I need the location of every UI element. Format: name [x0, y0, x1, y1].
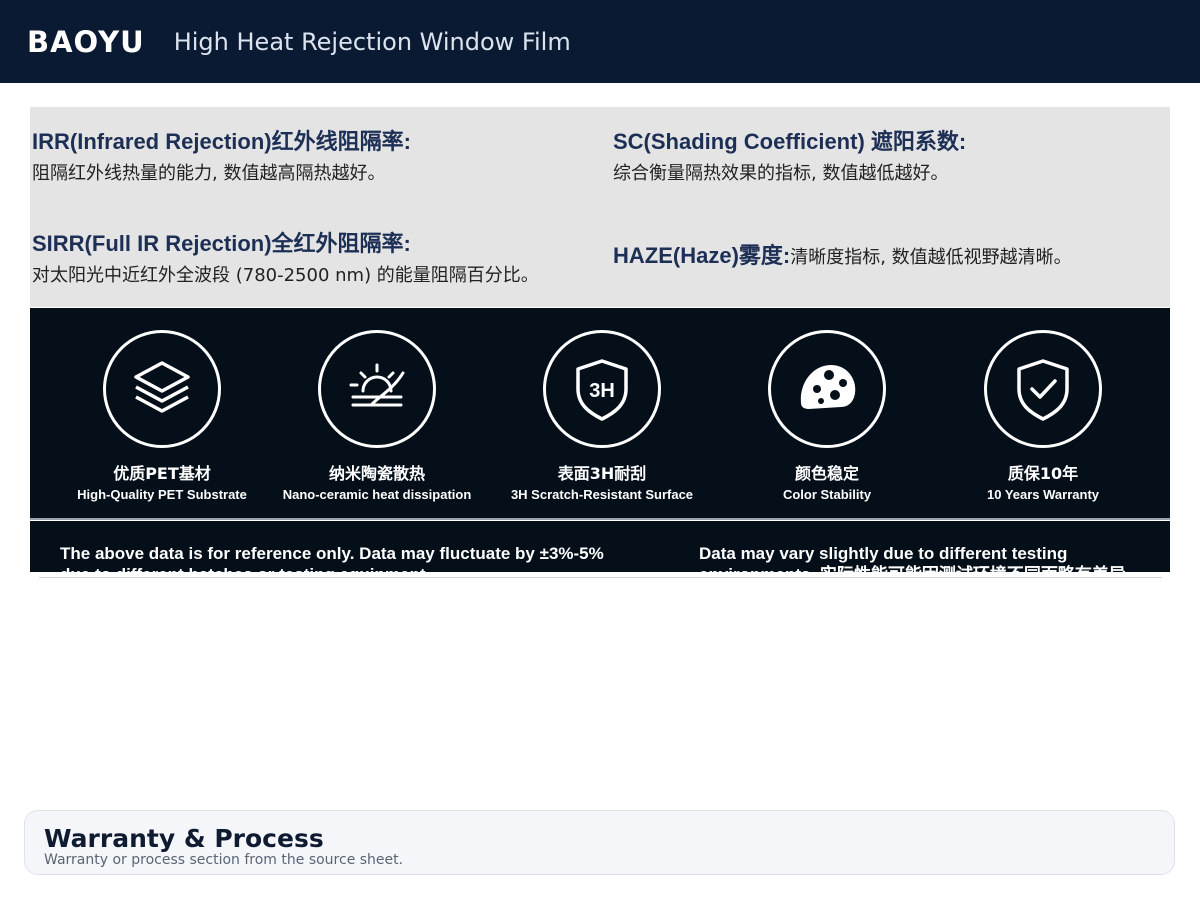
definition-title: HAZE(Haze)雾度:: [613, 243, 791, 268]
definition-body: 对太阳光中近红外全波段 (780-2500 nm) 的能量阻隔百分比。: [32, 265, 539, 286]
note-left: The above data is for reference only. Da…: [60, 544, 604, 572]
definition-body: 阻隔红外线热量的能力, 数值越高隔热越好。: [32, 163, 386, 184]
warranty-title: Warranty & Process: [44, 824, 324, 853]
definition-haze: HAZE(Haze)雾度:清晰度指标, 数值越低视野越清晰。: [613, 238, 1072, 270]
shield-3h-icon: 3H: [543, 330, 661, 448]
note-right: Data may vary slightly due to different …: [699, 544, 1143, 572]
definition-sirr: SIRR(Full IR Rejection)全红外阻隔率: 对太阳光中近红外全…: [32, 226, 539, 287]
definition-title: IRR(Infrared Rejection)红外线阻隔率:: [32, 129, 411, 154]
shield-check-icon: [984, 330, 1102, 448]
definition-title: SC(Shading Coefficient) 遮阳系数:: [613, 129, 967, 154]
feature-label-cn: 表面3H耐刮: [557, 464, 647, 483]
feature-label-cn: 质保10年: [1007, 464, 1079, 483]
warranty-subtitle: Warranty or process section from the sou…: [44, 852, 404, 868]
feature-label-en: Color Stability: [782, 487, 872, 502]
feature-pet: 优质PET基材 High-Quality PET Substrate: [62, 330, 262, 502]
spec-sheet-image: IRR(Infrared Rejection)红外线阻隔率: 阻隔红外线热量的能…: [30, 107, 1170, 572]
page-title: High Heat Rejection Window Film: [173, 27, 571, 56]
feature-label-en: 10 Years Warranty: [986, 487, 1100, 502]
definitions-panel: IRR(Infrared Rejection)红外线阻隔率: 阻隔红外线热量的能…: [30, 107, 1170, 307]
feature-color: 颜色稳定 Color Stability: [727, 330, 927, 502]
definition-body: 综合衡量隔热效果的指标, 数值越低越好。: [613, 163, 949, 184]
features-band: 优质PET基材 High-Quality PET Substrate 纳米陶瓷散…: [30, 308, 1170, 518]
feature-warranty: 质保10年 10 Years Warranty: [943, 330, 1143, 502]
feature-label-en: 3H Scratch-Resistant Surface: [510, 487, 694, 502]
palette-icon: [768, 330, 886, 448]
definition-sc: SC(Shading Coefficient) 遮阳系数: 综合衡量隔热效果的指…: [613, 124, 966, 185]
feature-label-en: Nano-ceramic heat dissipation: [282, 487, 472, 502]
definition-title: SIRR(Full IR Rejection)全红外阻隔率:: [32, 231, 411, 256]
divider: [30, 518, 1170, 520]
definition-irr: IRR(Infrared Rejection)红外线阻隔率: 阻隔红外线热量的能…: [32, 124, 411, 185]
feature-nano-ceramic: 纳米陶瓷散热 Nano-ceramic heat dissipation: [277, 330, 477, 502]
top-header: BAOYU High Heat Rejection Window Film: [0, 0, 1200, 83]
warranty-section: Warranty & Process Warranty or process s…: [24, 810, 1175, 875]
feature-label-cn: 纳米陶瓷散热: [328, 464, 425, 483]
section-divider: [39, 577, 1162, 578]
svg-text:3H: 3H: [589, 380, 615, 402]
feature-label-cn: 颜色稳定: [794, 464, 859, 483]
feature-label-en: High-Quality PET Substrate: [77, 487, 247, 502]
feature-label-cn: 优质PET基材: [113, 464, 211, 483]
feature-3h: 3H 表面3H耐刮 3H Scratch-Resistant Surface: [502, 330, 702, 502]
sun-heat-icon: [318, 330, 436, 448]
notes-band: The above data is for reference only. Da…: [30, 521, 1170, 572]
layers-icon: [103, 330, 221, 448]
definition-body: 清晰度指标, 数值越低视野越清晰。: [790, 247, 1072, 268]
brand-logo: BAOYU: [27, 24, 145, 59]
